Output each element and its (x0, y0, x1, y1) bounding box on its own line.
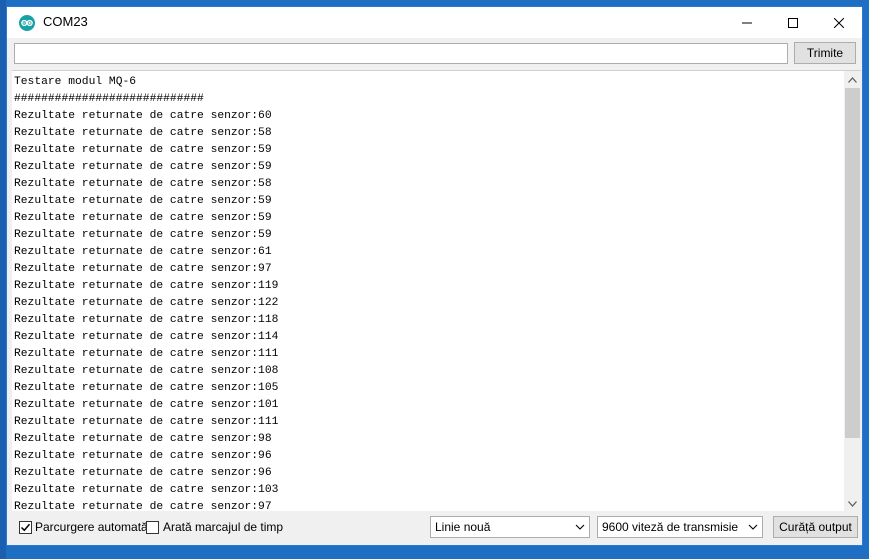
output-line: Rezultate returnate de catre senzor:97 (14, 263, 272, 275)
output-line: Rezultate returnate de catre senzor:59 (14, 161, 272, 173)
chevron-up-icon (848, 76, 857, 83)
scroll-down-button[interactable] (844, 495, 861, 511)
maximize-button[interactable] (770, 7, 816, 38)
output-line: Rezultate returnate de catre senzor:105 (14, 382, 279, 394)
output-line: Rezultate returnate de catre senzor:59 (14, 212, 272, 224)
close-button[interactable] (816, 7, 862, 38)
title-bar[interactable]: COM23 (7, 7, 862, 38)
output-line: Rezultate returnate de catre senzor:108 (14, 365, 279, 377)
scrollbar-thumb[interactable] (845, 88, 860, 438)
output-line: Rezultate returnate de catre senzor:96 (14, 467, 272, 479)
timestamp-checkbox[interactable] (146, 521, 159, 534)
window-title: COM23 (43, 14, 88, 29)
output-line: Rezultate returnate de catre senzor:58 (14, 127, 272, 139)
output-line: Rezultate returnate de catre senzor:97 (14, 501, 272, 511)
serial-input-field[interactable] (14, 43, 788, 64)
output-line: Testare modul MQ-6 (14, 76, 137, 88)
chevron-down-icon (748, 524, 758, 530)
arduino-icon (19, 15, 35, 31)
maximize-icon (788, 17, 798, 28)
output-line: Rezultate returnate de catre senzor:60 (14, 110, 272, 122)
output-line: Rezultate returnate de catre senzor:59 (14, 144, 272, 156)
chevron-down-icon (575, 524, 585, 530)
autoscroll-label[interactable]: Parcurgere automată (35, 520, 148, 534)
chevron-down-icon (848, 500, 857, 507)
output-line: Rezultate returnate de catre senzor:59 (14, 229, 272, 241)
minimize-icon (742, 22, 752, 23)
scroll-up-button[interactable] (844, 71, 861, 88)
output-line: ############################ (14, 93, 204, 105)
serial-output-area[interactable]: Testare modul MQ-6 ######################… (12, 70, 861, 511)
send-button[interactable]: Trimite (794, 42, 856, 64)
output-line: Rezultate returnate de catre senzor:58 (14, 178, 272, 190)
output-line: Rezultate returnate de catre senzor:59 (14, 195, 272, 207)
baud-rate-value: 9600 viteză de transmisie (602, 520, 739, 534)
line-ending-value: Linie nouă (435, 520, 491, 534)
baud-rate-select[interactable]: 9600 viteză de transmisie (597, 516, 763, 538)
serial-monitor-window: COM23 Trimite Testare modul MQ-6 ########… (6, 6, 863, 546)
close-icon (834, 17, 844, 28)
output-line: Rezultate returnate de catre senzor:103 (14, 484, 279, 496)
output-line: Rezultate returnate de catre senzor:111 (14, 416, 279, 428)
output-line: Rezultate returnate de catre senzor:96 (14, 450, 272, 462)
clear-output-button[interactable]: Curăță output (773, 516, 858, 538)
output-line: Rezultate returnate de catre senzor:98 (14, 433, 272, 445)
output-line: Rezultate returnate de catre senzor:122 (14, 297, 279, 309)
output-line: Rezultate returnate de catre senzor:119 (14, 280, 279, 292)
autoscroll-checkbox[interactable] (19, 521, 32, 534)
output-line: Rezultate returnate de catre senzor:114 (14, 331, 279, 343)
output-line: Rezultate returnate de catre senzor:111 (14, 348, 279, 360)
output-line: Rezultate returnate de catre senzor:61 (14, 246, 272, 258)
timestamp-label[interactable]: Arată marcajul de timp (163, 520, 283, 534)
line-ending-select[interactable]: Linie nouă (430, 516, 590, 538)
checkmark-icon (20, 523, 31, 532)
output-line: Rezultate returnate de catre senzor:118 (14, 314, 279, 326)
footer-bar: Parcurgere automată Arată marcajul de ti… (7, 514, 862, 545)
minimize-button[interactable] (724, 7, 770, 38)
output-line: Rezultate returnate de catre senzor:101 (14, 399, 279, 411)
output-lines: Testare modul MQ-6 ######################… (14, 74, 840, 511)
vertical-scrollbar[interactable] (844, 71, 861, 511)
